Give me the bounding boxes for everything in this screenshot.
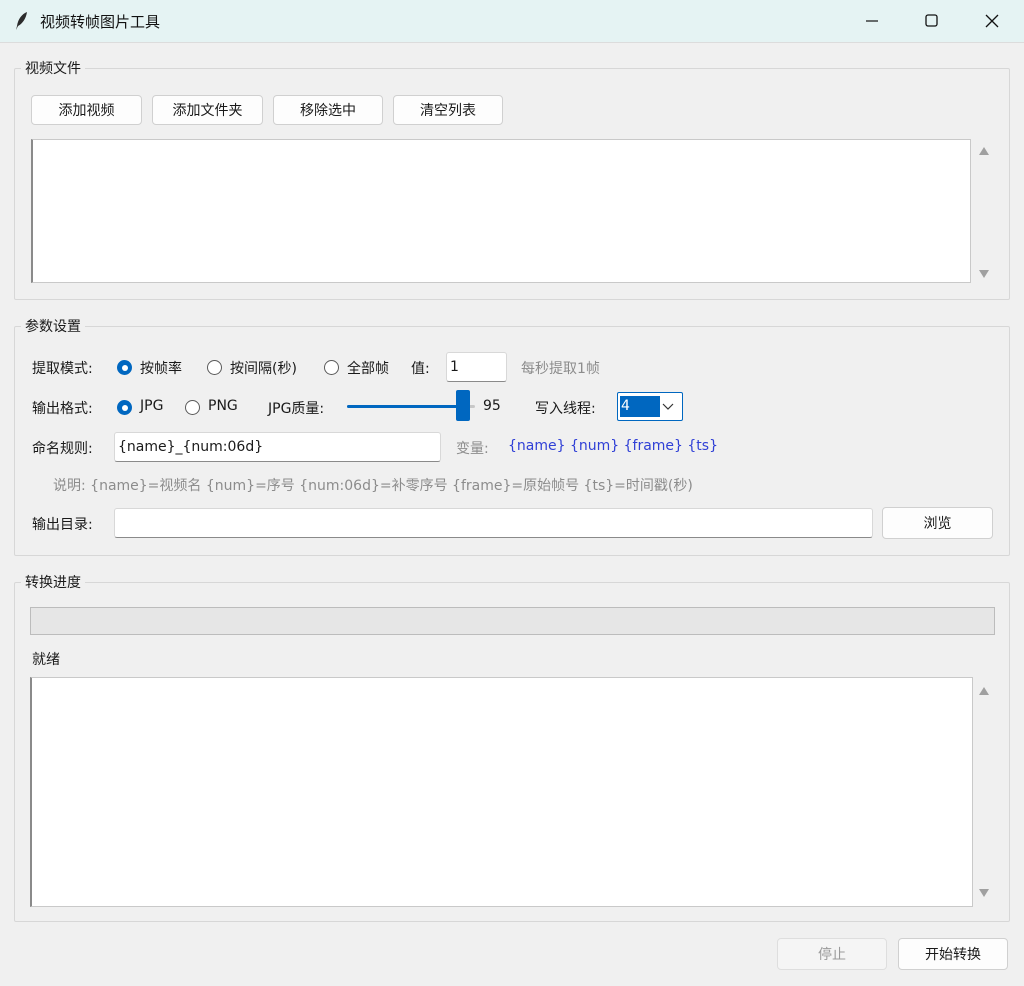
extract-mode-label: 提取模式: [32, 361, 93, 377]
vars-list: {name} {num} {frame} {ts} [508, 438, 718, 454]
threads-value: 4 [620, 396, 660, 417]
quality-slider-thumb[interactable] [455, 390, 470, 421]
radio-png[interactable] [185, 400, 200, 415]
vars-label: 变量: [456, 441, 489, 457]
quality-slider-fill [347, 405, 463, 408]
radio-jpg[interactable] [117, 400, 132, 415]
maximize-button[interactable] [902, 0, 962, 42]
start-convert-button[interactable]: 开始转换 [898, 938, 1008, 970]
minimize-icon [866, 20, 878, 22]
output-format-label: 输出格式: [32, 401, 93, 417]
status-text: 就绪 [32, 652, 60, 668]
stop-button[interactable]: 停止 [777, 938, 887, 970]
output-dir-input[interactable] [114, 508, 873, 538]
add-folder-button[interactable]: 添加文件夹 [152, 95, 263, 125]
threads-label: 写入线程: [535, 401, 596, 417]
maximize-icon [925, 14, 938, 27]
log-scroll-down-icon[interactable] [979, 889, 989, 897]
progress-legend: 转换进度 [25, 575, 81, 591]
output-dir-label: 输出目录: [32, 517, 93, 533]
extract-hint: 每秒提取1帧 [521, 361, 600, 377]
scroll-up-icon[interactable] [979, 147, 989, 155]
value-label: 值: [411, 361, 430, 377]
quality-value: 95 [483, 398, 501, 414]
threads-combobox[interactable]: 4 [617, 392, 683, 421]
log-textbox[interactable] [30, 677, 973, 907]
naming-label: 命名规则: [32, 441, 93, 457]
chevron-down-icon[interactable] [662, 400, 674, 412]
radio-by-fps-label[interactable]: 按帧率 [140, 358, 182, 378]
add-video-button[interactable]: 添加视频 [31, 95, 142, 125]
naming-description: 说明: {name}=视频名 {num}=序号 {num:06d}=补零序号 {… [53, 478, 693, 494]
radio-all-frames[interactable] [324, 360, 339, 375]
radio-png-label[interactable]: PNG [208, 398, 238, 414]
scroll-down-icon[interactable] [979, 270, 989, 278]
window-title: 视频转帧图片工具 [40, 13, 161, 31]
jpg-quality-label: JPG质量: [268, 401, 325, 417]
radio-jpg-label[interactable]: JPG [140, 398, 163, 414]
browse-button[interactable]: 浏览 [882, 507, 993, 539]
naming-input[interactable]: {name}_{num:06d} [114, 432, 441, 462]
video-file-list[interactable] [31, 139, 971, 283]
video-file-legend: 视频文件 [25, 61, 81, 77]
close-icon [985, 14, 999, 28]
radio-by-fps[interactable] [117, 360, 132, 375]
conversion-progress-bar [30, 607, 995, 635]
close-button[interactable] [962, 0, 1022, 42]
clear-list-button[interactable]: 清空列表 [393, 95, 503, 125]
params-legend: 参数设置 [25, 319, 81, 335]
remove-selected-button[interactable]: 移除选中 [273, 95, 383, 125]
video-list-scrollbar[interactable] [976, 139, 992, 283]
minimize-button[interactable] [842, 0, 902, 42]
feather-icon [16, 12, 27, 30]
radio-by-interval-label[interactable]: 按间隔(秒) [230, 358, 297, 378]
radio-by-interval[interactable] [207, 360, 222, 375]
radio-all-frames-label[interactable]: 全部帧 [347, 358, 389, 378]
log-scroll-up-icon[interactable] [979, 687, 989, 695]
log-scrollbar[interactable] [976, 677, 992, 907]
value-input[interactable]: 1 [446, 352, 507, 382]
title-bar: 视频转帧图片工具 [0, 0, 1024, 43]
